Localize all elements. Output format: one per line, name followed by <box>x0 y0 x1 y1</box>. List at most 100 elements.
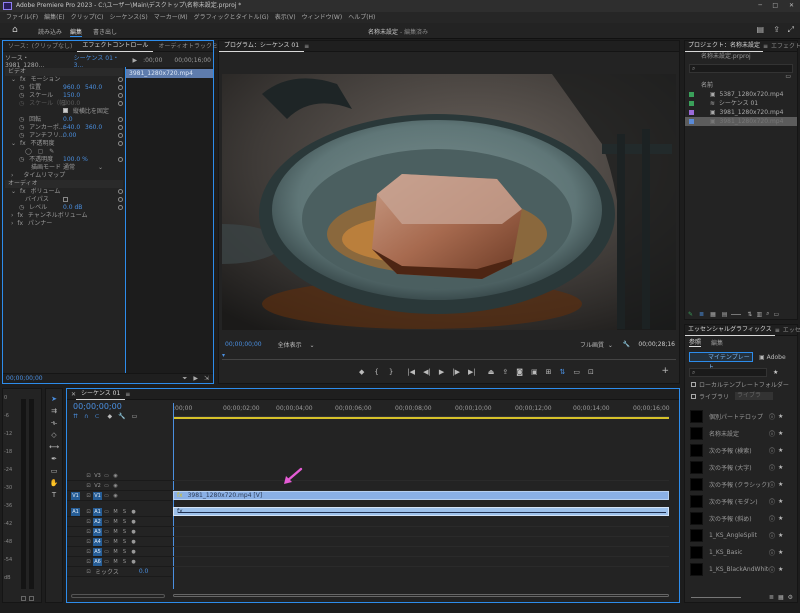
list-item[interactable]: 次の予報 (斜め) ⓘ ★ <box>685 510 797 527</box>
menu-graphics[interactable]: グラフィックとタイトル(G) <box>194 12 269 23</box>
sync-lock-icon[interactable]: ▭ <box>102 492 111 500</box>
extract-icon[interactable]: ⇪ <box>502 368 508 376</box>
stopwatch-icon[interactable]: ◷ <box>19 204 24 211</box>
stopwatch-icon[interactable]: ◷ <box>19 100 24 107</box>
source-patch[interactable] <box>71 528 80 536</box>
chevron-right-icon[interactable]: › <box>11 212 13 219</box>
lane-a4[interactable] <box>173 537 669 547</box>
menu-view[interactable]: 表示(V) <box>275 12 296 23</box>
star-icon[interactable]: ★ <box>778 430 783 437</box>
mute-button[interactable]: M <box>111 508 120 516</box>
audio-clip[interactable]: fx <box>173 507 669 516</box>
reset-icon[interactable] <box>118 101 123 106</box>
star-icon[interactable]: ★ <box>778 515 783 522</box>
source-patch-v1[interactable]: V1 <box>71 491 80 500</box>
tab-effects[interactable]: エフェクト <box>768 41 800 52</box>
lane-v3[interactable] <box>173 471 669 481</box>
project-search[interactable]: ⌕ <box>689 64 793 73</box>
play-icon[interactable]: ▶ <box>193 375 198 382</box>
panel-menu-icon[interactable]: ≡ <box>125 391 130 398</box>
solo-left-button[interactable] <box>21 596 26 601</box>
info-icon[interactable]: ⓘ <box>769 480 775 489</box>
solo-button[interactable]: S <box>120 548 129 556</box>
eye-icon[interactable]: ◉ <box>111 472 120 480</box>
nest-icon[interactable]: ⇈ <box>73 413 78 420</box>
video-clip[interactable]: fx 3981_1280x720.mp4 [V] <box>173 491 669 500</box>
step-forward-icon[interactable]: |▶ <box>452 368 460 376</box>
minimize-button[interactable]: ─ <box>758 0 762 12</box>
lock-icon[interactable]: ⊡ <box>84 528 93 536</box>
tab-source[interactable]: ソース：(クリップなし) <box>3 41 77 52</box>
reset-icon[interactable] <box>118 197 123 202</box>
ripple-edit-tool-icon[interactable]: ⟛ <box>46 417 62 429</box>
menu-marker[interactable]: マーカー(M) <box>154 12 188 23</box>
star-icon[interactable]: ★ <box>773 369 778 376</box>
list-item[interactable]: 1_KS_BlackAndWhite ⓘ ★ <box>685 561 797 578</box>
anchor-y[interactable]: 360.0 <box>85 124 102 132</box>
proxy-toggle-icon[interactable]: ⇅ <box>560 368 566 376</box>
selection-tool-icon[interactable]: ➤ <box>46 393 62 405</box>
mute-button[interactable]: M <box>111 558 120 566</box>
info-icon[interactable]: ⓘ <box>769 497 775 506</box>
timeline-h-scrollbar[interactable] <box>173 594 669 598</box>
volume-row[interactable]: ⌄ fx ボリューム <box>5 188 123 196</box>
menu-window[interactable]: ウィンドウ(W) <box>302 12 343 23</box>
reset-icon[interactable] <box>118 85 123 90</box>
mic-icon[interactable]: ● <box>129 538 138 546</box>
antiflicker-value[interactable]: 0.00 <box>63 132 76 140</box>
lane-a1[interactable]: fx <box>173 507 669 517</box>
lane-v2[interactable] <box>173 481 669 491</box>
slip-tool-icon[interactable]: ⟷ <box>46 441 62 453</box>
tab-essential-sound[interactable]: エッセ <box>780 325 800 336</box>
lane-a5[interactable] <box>173 547 669 557</box>
ec-mini-timeline[interactable]: 3981_1280x720.mp4 <box>125 67 213 377</box>
solo-button[interactable]: S <box>120 528 129 536</box>
lock-icon[interactable]: ⊡ <box>84 558 93 566</box>
star-icon[interactable]: ★ <box>778 464 783 471</box>
list-item[interactable]: 次の予報 (モダン) ⓘ ★ <box>685 493 797 510</box>
mark-out-icon[interactable]: } <box>389 368 393 376</box>
program-scrubber[interactable]: ▾ <box>222 352 676 360</box>
star-icon[interactable]: ★ <box>778 481 783 488</box>
list-item[interactable]: ▣ 3981_1280x720.mp4 <box>685 108 797 117</box>
source-patch[interactable] <box>71 538 80 546</box>
track-target[interactable]: V2 <box>93 482 102 490</box>
video-frame[interactable] <box>222 74 676 330</box>
reset-icon[interactable] <box>118 205 123 210</box>
list-item[interactable]: 1_KS_AngleSplit ⓘ ★ <box>685 527 797 544</box>
rotation-value[interactable]: 0.0 <box>63 116 73 124</box>
sync-lock-icon[interactable]: ▭ <box>102 548 111 556</box>
filter-icon[interactable]: ⏷ <box>183 375 188 383</box>
sync-lock-icon[interactable]: ▭ <box>102 508 111 516</box>
stopwatch-icon[interactable]: ◷ <box>19 124 24 131</box>
tab-effect-controls[interactable]: エフェクトコントロール <box>77 40 154 52</box>
position-y[interactable]: 540.0 <box>85 84 102 92</box>
mix-value[interactable]: 0.0 <box>139 568 149 575</box>
fit-select[interactable]: 全体表示 ⌄ <box>278 340 315 349</box>
timeline-title[interactable]: シーケンス 01 <box>76 388 126 400</box>
source-patch[interactable] <box>71 558 80 566</box>
stopwatch-icon[interactable]: ◷ <box>19 132 24 139</box>
reset-icon[interactable] <box>118 117 123 122</box>
list-item-selected[interactable]: ▣ 3981_1280x720.mp4 <box>685 117 797 126</box>
panner-row[interactable]: › fx パンナー <box>5 220 123 228</box>
freeform-view-icon[interactable]: ▤ <box>722 311 728 318</box>
track-target[interactable]: A1 <box>93 507 102 516</box>
track-select-tool-icon[interactable]: ⇉ <box>46 405 62 417</box>
track-target[interactable]: A5 <box>93 547 102 556</box>
mute-button[interactable]: M <box>111 518 120 526</box>
track-target[interactable]: V1 <box>93 491 102 500</box>
info-icon[interactable]: ⓘ <box>769 565 775 574</box>
ec-seq-label[interactable]: シーケンス 01・3... <box>74 53 127 69</box>
uniform-scale-checkbox[interactable] <box>63 108 68 113</box>
lock-icon[interactable]: ⊡ <box>84 472 93 480</box>
lock-icon[interactable]: ⊡ <box>84 508 93 516</box>
add-marker-icon[interactable]: ◆ <box>359 368 364 376</box>
go-to-in-icon[interactable]: |◀ <box>407 368 415 376</box>
lane-v1[interactable]: fx 3981_1280x720.mp4 [V] <box>173 491 669 501</box>
mute-button[interactable]: M <box>111 548 120 556</box>
pen-tool-icon[interactable]: ✒ <box>46 453 62 465</box>
sync-lock-icon[interactable]: ▭ <box>102 528 111 536</box>
info-icon[interactable]: ⓘ <box>769 531 775 540</box>
solo-button[interactable]: S <box>120 508 129 516</box>
